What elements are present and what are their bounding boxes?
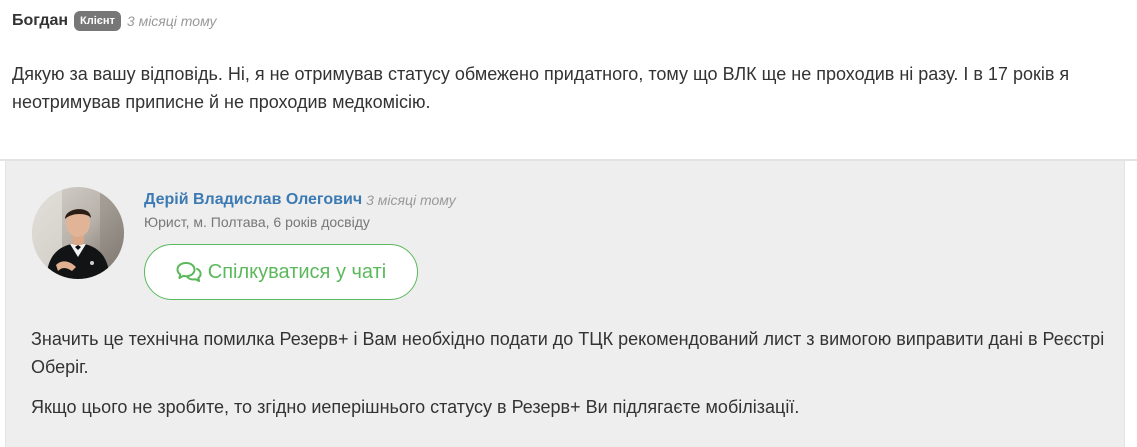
lawyer-name-link[interactable]: Дерій Владислав Олегович <box>144 191 362 209</box>
chat-button[interactable]: Спілкуватися у чаті <box>144 244 418 300</box>
comments-icon <box>176 261 202 283</box>
avatar-photo <box>32 187 124 279</box>
lawyer-reply-header: Дерій Владислав Олегович 3 місяці тому <box>144 189 456 211</box>
lawyer-avatar[interactable] <box>32 187 124 279</box>
lawyer-reply-time: 3 місяці тому <box>366 192 456 208</box>
chat-button-label: Спілкуватися у чаті <box>207 260 387 283</box>
lawyer-reply-paragraph: Якщо цього не зробите, то згідно иеперіш… <box>31 397 800 417</box>
client-comment-text: Дякую за вашу відповідь. Ні, я не отриму… <box>12 64 1070 112</box>
client-comment-header: Богдан Клієнт 3 місяці тому <box>12 11 217 31</box>
client-author-name: Богдан <box>12 12 69 29</box>
lawyer-reply: Дерій Владислав Олегович 3 місяці тому Ю… <box>5 161 1125 447</box>
client-comment-time: 3 місяці тому <box>126 13 217 29</box>
lawyer-reply-paragraph: Значить це технічна помилка Резерв+ і Ва… <box>31 329 1105 377</box>
client-comment: Богдан Клієнт 3 місяці тому Дякую за ваш… <box>0 0 1137 160</box>
client-badge: Клієнт <box>74 11 121 31</box>
lawyer-meta: Юрист, м. Полтава, 6 років досвіду <box>144 214 370 230</box>
lawyer-reply-text: Значить це технічна помилка Резерв+ і Ва… <box>31 325 1111 421</box>
